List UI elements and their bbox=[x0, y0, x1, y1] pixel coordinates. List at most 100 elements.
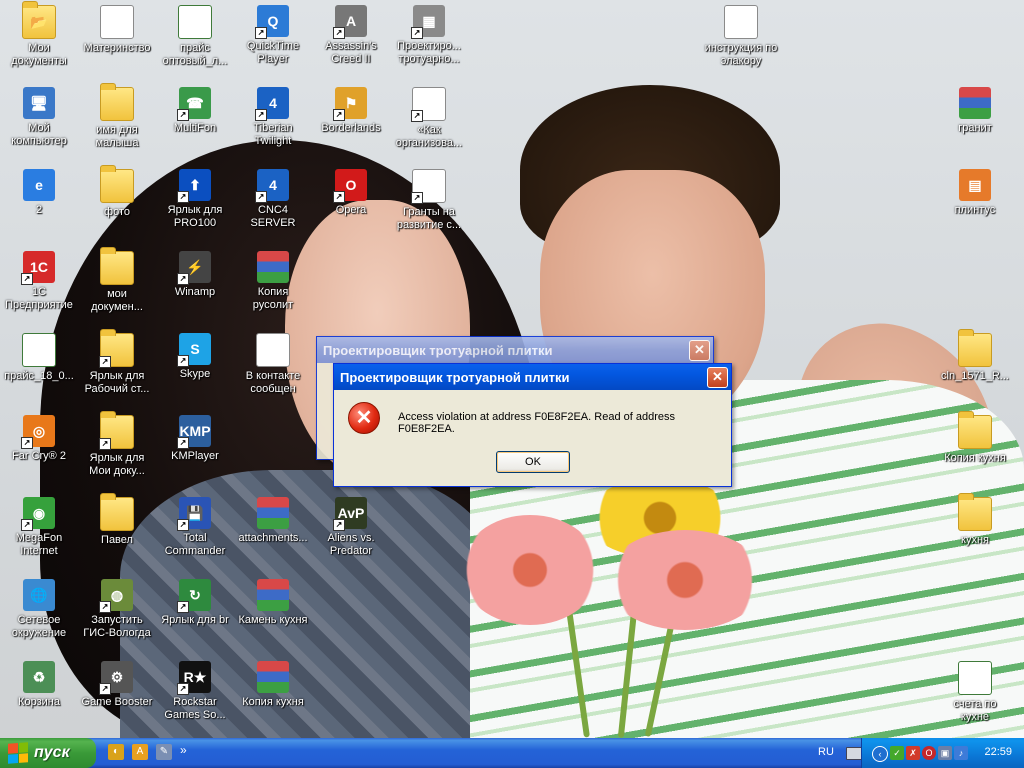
desktop-icon-label: Rockstar Games So... bbox=[164, 696, 226, 721]
desktop-icon-label: Камень кухня bbox=[238, 614, 308, 626]
desktop-icon-kamen[interactable]: Камень кухня bbox=[234, 576, 312, 654]
tray-arrow-icon[interactable]: ‹ bbox=[872, 746, 888, 762]
desktop-icon-tiberian[interactable]: 4 ↗ Tiberian Twilight bbox=[234, 84, 312, 162]
desktop-icon-gis[interactable]: ◍ ↗ Запустить ГИС-Вологда bbox=[78, 576, 156, 654]
desktop-icon-my-docs[interactable]: 📂 Мои документы bbox=[0, 1, 78, 80]
yarlyk-br-icon: ↻ ↗ bbox=[177, 579, 211, 613]
tray-check-icon[interactable]: ✓ bbox=[890, 746, 904, 760]
desktop-icon-label: Мой компьютер bbox=[11, 122, 67, 147]
close-icon[interactable]: ✕ bbox=[707, 367, 728, 388]
desktop-icon-rockstar[interactable]: R★ ↗ Rockstar Games So... bbox=[156, 658, 234, 736]
desktop-icon-network[interactable]: 🌐 Сетевое окружение bbox=[0, 576, 78, 654]
network-icon: 🌐 bbox=[23, 579, 55, 611]
desktop-icon-pavel[interactable]: Павел bbox=[78, 493, 156, 572]
borderlands-icon: ⚑ ↗ bbox=[333, 87, 367, 121]
desktop-icon-yarlyk-br[interactable]: ↻ ↗ Ярлык для br bbox=[156, 576, 234, 654]
rab-st-icon: ↗ bbox=[99, 329, 134, 368]
recycle-icon: ♻ bbox=[23, 661, 55, 693]
desktop-icon-label: кухня bbox=[961, 534, 989, 546]
desktop-icon-label: Ярлык для br bbox=[161, 614, 229, 626]
desktop-icon-attachments[interactable]: attachments... bbox=[234, 494, 312, 572]
desktop-icon-label: мои докумен... bbox=[91, 288, 143, 313]
desktop-icon-vkontakte[interactable]: W В контакте сообщен bbox=[234, 330, 312, 408]
desktop-icon-kopiya-rusolit[interactable]: Копия русолит bbox=[234, 248, 312, 326]
quick-launch-ql-3-icon[interactable]: ✎ bbox=[156, 744, 172, 760]
desktop-icon-pro100[interactable]: ⬆ ↗ Ярлык для PRO100 bbox=[156, 166, 234, 244]
desktop-icon-moi-doku[interactable]: ↗ Ярлык для Мои доку... bbox=[78, 411, 156, 490]
desktop-icon-imya[interactable]: имя для малыша bbox=[78, 83, 156, 162]
close-icon[interactable]: ✕ bbox=[689, 340, 710, 361]
desktop-icon-label: Ярлык для Рабочий ст... bbox=[84, 370, 150, 395]
tray-antivirus-icon[interactable]: ✗ bbox=[906, 746, 920, 760]
start-button[interactable]: пуск bbox=[0, 738, 96, 768]
desktop-icon-plintus[interactable]: ▤ плинтус bbox=[936, 166, 1014, 244]
gamebooster-icon: ⚙ ↗ bbox=[99, 661, 133, 695]
tray-volume-icon[interactable]: ♪ bbox=[954, 746, 968, 760]
desktop-icon-ie2[interactable]: e2 bbox=[0, 166, 78, 244]
desktop-icon-megafon[interactable]: ◉ ↗ MegaFon Internet bbox=[0, 494, 78, 572]
desktop-icon-kopiya-kuhnya[interactable]: Копия кухня bbox=[936, 411, 1014, 490]
desktop-icon-my-comp[interactable]: 🖥 Мой компьютер bbox=[0, 84, 78, 162]
desktop-icon-skype[interactable]: S ↗ Skype bbox=[156, 330, 234, 408]
shortcut-arrow-icon: ↗ bbox=[99, 601, 111, 613]
language-indicator[interactable]: RU bbox=[818, 746, 834, 758]
shortcut-arrow-icon: ↗ bbox=[411, 192, 423, 204]
desktop-icon-opera[interactable]: O ↗ Opera bbox=[312, 166, 390, 244]
desktop-icon-1c[interactable]: 1С ↗ 1С Предприятие bbox=[0, 248, 78, 326]
desktop-icon-label: attachments... bbox=[238, 532, 308, 544]
assassins-icon: A ↗ bbox=[333, 5, 367, 39]
kamen-icon bbox=[257, 579, 289, 611]
desktop-icon-label: 1С Предприятие bbox=[5, 286, 73, 311]
desktop-icon-gamebooster[interactable]: ⚙ ↗ Game Booster bbox=[78, 658, 156, 736]
desktop-icon-label: Копия русолит bbox=[252, 286, 294, 311]
quick-launch-chevron-icon[interactable]: » bbox=[180, 743, 187, 757]
desktop-icon-winamp[interactable]: ⚡ ↗ Winamp bbox=[156, 248, 234, 326]
system-tray: ‹ ✓ ✗ O ▣ ♪ 22:59 bbox=[861, 738, 1024, 768]
desktop-icon-label: прайс_18_0... bbox=[4, 370, 74, 382]
desktop-icon-instr[interactable]: Wинструкция по элакору bbox=[702, 2, 780, 80]
price18-icon: X bbox=[22, 333, 56, 367]
desktop-icon-kopiya-kuhnya2[interactable]: Копия кухня bbox=[234, 658, 312, 736]
desktop-icon-proekt-1[interactable]: ▦ ↗ Проектиро... тротуарно... bbox=[390, 2, 468, 80]
clock[interactable]: 22:59 bbox=[984, 746, 1012, 758]
desktop-icon-moi-dok[interactable]: мои докумен... bbox=[78, 247, 156, 326]
desktop-icon-kak-org[interactable]: O ↗ «Как организова... bbox=[390, 84, 468, 162]
desktop-icon-quicktime[interactable]: Q ↗ QuickTime Player bbox=[234, 2, 312, 80]
quick-launch-ql-1-icon[interactable]: ◐ bbox=[108, 744, 124, 760]
desktop-icon-label: CNC4 SERVER bbox=[250, 204, 296, 229]
desktop-icon-totalcmd[interactable]: 💾 ↗ Total Commander bbox=[156, 494, 234, 572]
desktop-icon-foto[interactable]: фото bbox=[78, 165, 156, 244]
desktop-icon-rab-st[interactable]: ↗ Ярлык для Рабочий ст... bbox=[78, 329, 156, 408]
error-icon: ✕ bbox=[348, 402, 380, 434]
desktop-icon-price18[interactable]: Xпрайс_18_0... bbox=[0, 330, 78, 408]
tray-opera-icon[interactable]: O bbox=[922, 746, 936, 760]
desktop-icon-granit[interactable]: гранит bbox=[936, 84, 1014, 162]
desktop-icon-label: MegaFon Internet bbox=[15, 532, 63, 557]
desktop-icon-kuhnya[interactable]: кухня bbox=[936, 493, 1014, 572]
keyboard-icon[interactable] bbox=[846, 747, 862, 760]
desktop-icon-price-opt[interactable]: Xпрайс оптовый_л... bbox=[156, 2, 234, 80]
desktop-icon-borderlands[interactable]: ⚑ ↗ Borderlands bbox=[312, 84, 390, 162]
desktop-icon-label: Game Booster bbox=[81, 696, 153, 708]
desktop-icon-label: Aliens vs. Predator bbox=[327, 532, 375, 557]
desktop-icon-label: Assassin's Creed II bbox=[325, 40, 377, 65]
quick-launch-ql-2-icon[interactable]: A bbox=[132, 744, 148, 760]
desktop-icon-farcry[interactable]: ◎ ↗ Far Cry® 2 bbox=[0, 412, 78, 490]
desktop-icon-cln[interactable]: cln_1571_R... bbox=[936, 329, 1014, 408]
ok-button[interactable]: OK bbox=[496, 451, 570, 473]
desktop-icon-assassins[interactable]: A ↗ Assassin's Creed II bbox=[312, 2, 390, 80]
desktop-icon-label: плинтус bbox=[954, 204, 996, 216]
desktop-icon-granty[interactable]: O ↗ Гранты на развитие с... bbox=[390, 166, 468, 244]
desktop-icon-kmplayer[interactable]: KMP ↗ KMPlayer bbox=[156, 412, 234, 490]
1c-icon: 1С ↗ bbox=[21, 251, 55, 285]
desktop-icon-materinstvo[interactable]: O Материнство bbox=[78, 2, 156, 80]
tray-network-icon[interactable]: ▣ bbox=[938, 746, 952, 760]
desktop-icon-avp[interactable]: AvP ↗ Aliens vs. Predator bbox=[312, 494, 390, 572]
desktop-icon-recycle[interactable]: ♻ Корзина bbox=[0, 658, 78, 736]
desktop-icon-scheta[interactable]: Xсчета по кухне bbox=[936, 658, 1014, 736]
cln-icon bbox=[958, 329, 992, 367]
desktop-icon-cnc4[interactable]: 4 ↗ CNC4 SERVER bbox=[234, 166, 312, 244]
dialog-title: Проектировщик тротуарной плитки bbox=[334, 364, 731, 390]
shortcut-arrow-icon: ↗ bbox=[177, 191, 189, 203]
desktop-icon-multifon[interactable]: ☎ ↗ MultiFon bbox=[156, 84, 234, 162]
